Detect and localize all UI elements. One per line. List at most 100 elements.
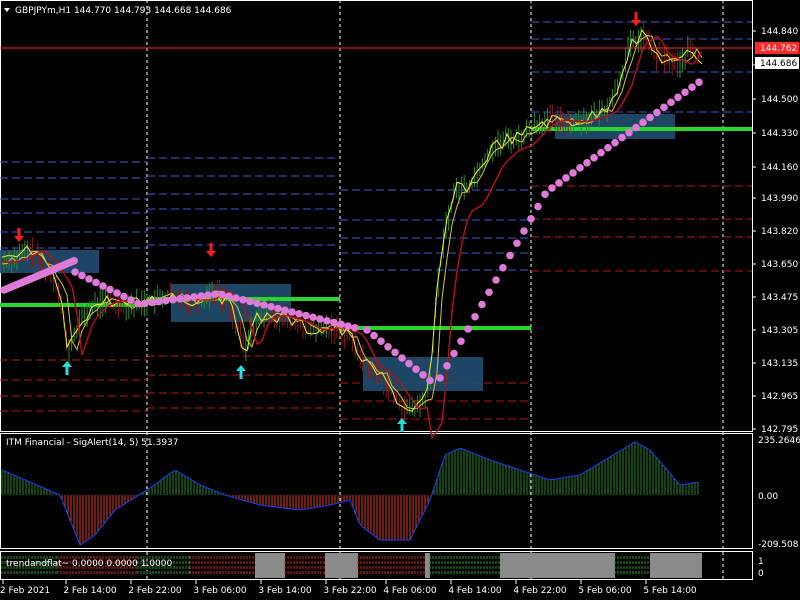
trend-dot [562,174,570,182]
trend-dot [211,290,219,299]
trend-dot [391,348,399,357]
strip-title: trendandflat~ 0.0000 0.0000 1.0000 [6,559,173,569]
price-tick-label: 142.795 [761,425,798,435]
trend-dot [370,331,378,340]
price-badge-red-text: 144.762 [760,44,797,54]
trend-dot [85,275,93,283]
trend-dot [590,153,598,162]
trend-dot [632,123,640,132]
price-tick-label: 143.650 [761,260,798,270]
trend-dot [302,311,310,320]
trend-dot [190,293,198,301]
trend-dot [169,295,177,304]
time-tick-label: 3 Feb 06:00 [193,586,247,596]
trend-dot [513,239,521,248]
trend-dot [337,320,345,329]
trend-dot [260,301,268,309]
trend-dot [457,337,465,346]
trend-dot [323,316,331,325]
time-tick-label: 2 Feb 14:00 [63,586,117,596]
trend-dot [667,98,675,107]
trend-dot [148,298,156,307]
trend-dot [576,164,584,172]
price-badge-white-text: 144.686 [760,59,797,69]
price-tick-label: 144.500 [761,95,798,105]
trend-dot [688,83,696,91]
trend-dot [653,108,661,117]
trend-dot [351,323,359,332]
trading-chart-window[interactable]: GBPJPYm,H1 144.770 144.793 144.668 144.6… [0,0,800,600]
trend-dot [450,349,458,358]
trend-dot [548,184,556,192]
trend-dot [618,133,626,142]
trend-dot [604,143,612,152]
trend-dot [597,148,605,157]
strip-flat-segment [650,553,702,578]
time-tick-label: 5 Feb 14:00 [643,586,697,596]
price-tick-label: 143.475 [761,293,798,303]
trend-dot [141,299,149,308]
trend-dot [232,294,240,302]
trend-dot [426,376,434,385]
trend-dot [405,359,413,368]
trend-dot [506,251,514,260]
trend-dot [639,118,647,127]
strip-flat-segment [255,553,285,578]
trend-dot [398,354,406,362]
price-tick-label: 143.305 [761,326,798,336]
trend-dot [176,295,184,303]
time-tick-label: 5 Feb 06:00 [578,586,632,596]
trend-dot [316,315,324,323]
trend-dot [674,93,682,102]
trend-dot [363,326,371,334]
time-tick-label: 2 Feb 22:00 [128,586,182,596]
trend-dot [274,304,282,313]
trend-dot [204,291,212,299]
trend-dot [99,282,107,290]
trend-dot [569,169,577,177]
trend-dot [162,296,170,305]
trend-dot [127,296,135,304]
trend-dot [436,374,444,382]
trend-dot [471,312,479,321]
trend-dot [541,190,549,199]
trend-dot [309,313,317,322]
trend-dot [288,308,296,316]
price-tick-label: 143.135 [761,359,798,369]
trend-dot [344,322,352,330]
trend-dot [377,337,385,346]
trend-dot [330,318,338,327]
time-tick-label: 4 Feb 06:00 [383,586,437,596]
indicator-tick: 0.00 [758,492,778,502]
trend-dot [625,128,633,137]
price-tick-label: 144.330 [761,129,798,139]
trend-dot [646,113,654,122]
trend-dot [534,202,542,211]
trend-dot [555,179,563,187]
price-tick-label: 144.840 [761,27,798,37]
trend-dot [281,306,289,315]
price-tick-label: 143.820 [761,227,798,237]
trend-dot [384,343,392,351]
price-tick-label: 144.160 [761,163,798,173]
trend-dot [70,256,78,265]
trend-dot [464,325,472,333]
trend-dot [478,300,486,309]
trend-dot [225,292,233,301]
trend-dot [120,292,128,301]
symbol-header: GBPJPYm,H1 144.770 144.793 144.668 144.6… [4,6,232,16]
trend-dot [239,295,247,304]
trend-dot [78,271,86,280]
time-tick-label: 2 Feb 2021 [0,586,50,596]
strip-flat-segment [425,553,430,578]
price-tick-label: 142.965 [761,392,798,402]
price-tick-label: 143.990 [761,194,798,204]
trend-dot [520,227,528,235]
trend-dot [681,88,689,97]
symbol-quote-text: GBPJPYm,H1 144.770 144.793 144.668 144.6… [15,6,232,16]
indicator-title: ITM Financial - SigAlert(14, 5) 51.3937 [6,438,179,448]
trend-dot [419,371,427,379]
trend-dot [246,297,254,306]
indicator-tick: 235.2646 [758,436,800,446]
trend-dot [660,103,668,112]
